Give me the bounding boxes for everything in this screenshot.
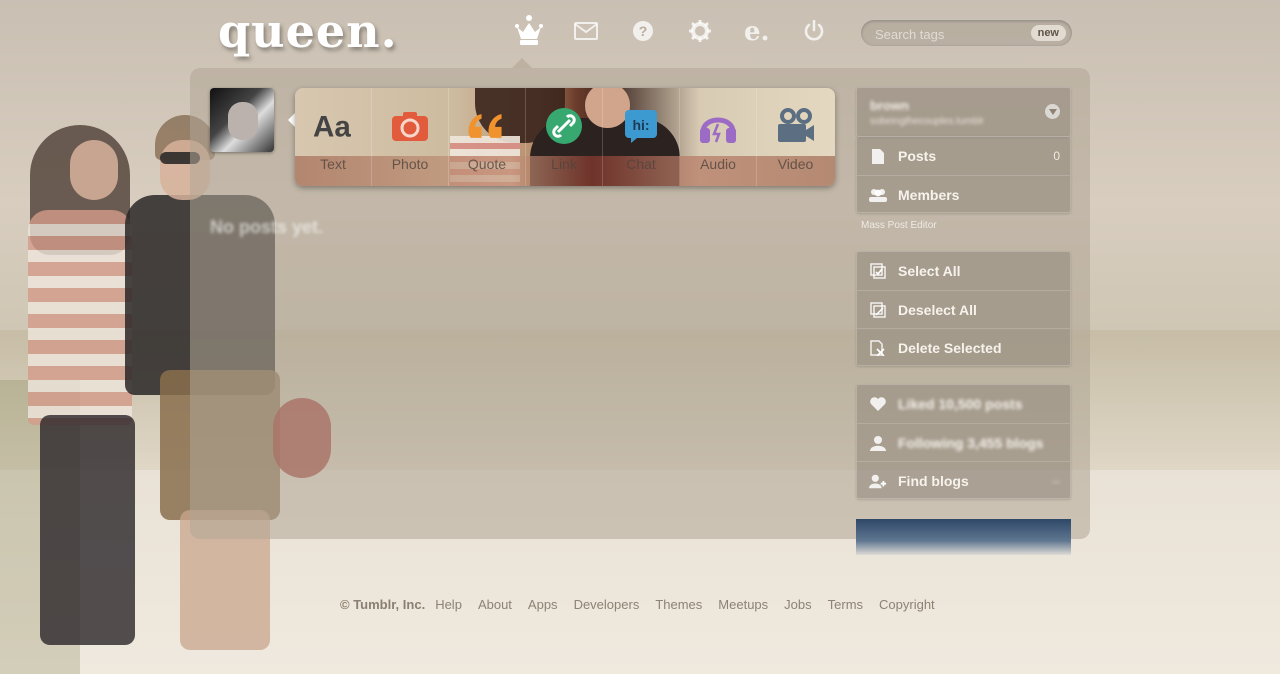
post-type-label: Link xyxy=(551,156,577,172)
background-girl-legs xyxy=(40,415,135,645)
empty-message: No posts yet. xyxy=(210,217,324,237)
footer-link-copyright[interactable]: Copyright xyxy=(879,597,935,612)
help-icon: ? xyxy=(632,21,653,41)
avatar[interactable] xyxy=(210,88,274,152)
nav-settings[interactable] xyxy=(671,6,728,56)
blog-menu: Posts 0 Members xyxy=(856,136,1071,213)
sidebar-item-label: Members xyxy=(898,186,960,203)
mail-icon xyxy=(573,22,598,40)
background-girl-top xyxy=(28,210,132,425)
avatar-face xyxy=(228,102,258,140)
site-logo[interactable]: queen. xyxy=(218,4,398,58)
delete-icon xyxy=(869,339,887,357)
select-all-button[interactable]: Select All xyxy=(857,252,1070,290)
post-type-label: Photo xyxy=(391,156,429,172)
select-all-icon xyxy=(869,262,887,280)
find-blogs-count: -- xyxy=(1052,473,1060,488)
deselect-all-icon xyxy=(869,301,887,319)
sidebar-item-label: Liked 10,500 posts xyxy=(898,396,1023,412)
headphones-icon xyxy=(698,106,738,146)
sidebar-item-find-blogs[interactable]: Find blogs -- xyxy=(857,461,1070,499)
delete-selected-button[interactable]: Delete Selected xyxy=(857,328,1070,366)
nav-blog[interactable]: e. xyxy=(728,6,785,56)
blog-name: brown xyxy=(870,98,909,113)
footer-link-terms[interactable]: Terms xyxy=(828,597,863,612)
blog-url: sobeingthecouples.tumblr xyxy=(870,116,984,127)
avatar-caret xyxy=(288,113,295,127)
post-type-bar: Aa Text Photo Quote Link hi: Chat Audio … xyxy=(295,88,835,186)
e-icon: e. xyxy=(744,19,770,43)
top-nav: ? e. xyxy=(500,6,842,56)
delete-selected-label: Delete Selected xyxy=(898,339,1002,356)
footer-link-about[interactable]: About xyxy=(478,597,512,612)
footer-copyright: © Tumblr, Inc. xyxy=(340,597,426,612)
account-menu: Liked 10,500 posts Following 3,455 blogs… xyxy=(856,384,1071,499)
post-type-text[interactable]: Aa Text xyxy=(295,88,372,186)
search-input[interactable] xyxy=(875,24,1025,44)
sidebar-item-label: Posts xyxy=(898,148,937,164)
post-type-quote[interactable]: Quote xyxy=(449,88,526,186)
nav-inbox[interactable] xyxy=(557,6,614,56)
footer-link-themes[interactable]: Themes xyxy=(655,597,702,612)
posts-count: 0 xyxy=(1053,149,1060,163)
footer-link-help[interactable]: Help xyxy=(435,597,462,612)
sidebar-item-posts[interactable]: Posts 0 xyxy=(857,137,1070,175)
post-type-label: Quote xyxy=(467,156,507,172)
search-new-badge: new xyxy=(1030,25,1066,41)
link-icon xyxy=(544,106,584,146)
heart-icon xyxy=(869,395,887,413)
footer-link-meetups[interactable]: Meetups xyxy=(718,597,768,612)
mass-editor-menu: Select All Deselect All Delete Selected xyxy=(856,251,1071,366)
nav-dashboard[interactable] xyxy=(500,6,557,56)
deselect-all-label: Deselect All xyxy=(898,301,977,318)
svg-text:Aa: Aa xyxy=(313,110,351,143)
quote-icon xyxy=(467,106,507,146)
svg-text:hi:: hi: xyxy=(632,117,649,133)
svg-text:e.: e. xyxy=(744,19,770,43)
post-type-chat[interactable]: hi: Chat xyxy=(603,88,680,186)
post-type-label: Video xyxy=(777,156,814,172)
sidebar-ad[interactable] xyxy=(856,519,1071,555)
post-type-label: Text xyxy=(320,156,346,172)
post-type-list: Aa Text Photo Quote Link hi: Chat Audio … xyxy=(295,88,835,186)
person-icon xyxy=(869,434,887,452)
nav-caret xyxy=(512,58,532,68)
search-box: new xyxy=(860,19,1073,47)
settings-icon xyxy=(688,20,711,42)
background-girl-face xyxy=(70,140,118,200)
post-type-audio[interactable]: Audio xyxy=(680,88,757,186)
post-type-label: Chat xyxy=(626,156,656,172)
svg-text:?: ? xyxy=(638,23,647,39)
text-icon: Aa xyxy=(313,106,353,146)
footer: © Tumblr, Inc. Help About Apps Developer… xyxy=(340,597,951,612)
sidebar-item-following[interactable]: Following 3,455 blogs xyxy=(857,423,1070,461)
camera-icon xyxy=(390,106,430,146)
nav-logout[interactable] xyxy=(785,6,842,56)
select-all-label: Select All xyxy=(898,263,961,279)
post-type-video[interactable]: Video xyxy=(757,88,834,186)
footer-link-jobs[interactable]: Jobs xyxy=(784,597,811,612)
footer-link-developers[interactable]: Developers xyxy=(574,597,640,612)
blog-selector[interactable]: brown sobeingthecouples.tumblr xyxy=(856,87,1071,137)
sidebar-item-likes[interactable]: Liked 10,500 posts xyxy=(857,385,1070,423)
nav-help[interactable]: ? xyxy=(614,6,671,56)
deselect-all-button[interactable]: Deselect All xyxy=(857,290,1070,328)
footer-link-apps[interactable]: Apps xyxy=(528,597,558,612)
post-type-link[interactable]: Link xyxy=(526,88,603,186)
sidebar-item-label: Find blogs xyxy=(898,472,969,489)
sidebar-item-label: Following 3,455 blogs xyxy=(898,434,1044,451)
document-icon xyxy=(869,147,887,165)
sidebar-item-members[interactable]: Members xyxy=(857,175,1070,213)
add-person-icon xyxy=(869,472,887,490)
chevron-down-icon[interactable] xyxy=(1045,104,1060,119)
chat-icon: hi: xyxy=(621,106,661,146)
post-type-label: Audio xyxy=(700,156,736,172)
video-camera-icon xyxy=(776,106,816,146)
crown-icon xyxy=(514,15,543,45)
post-type-photo[interactable]: Photo xyxy=(372,88,449,186)
mass-post-editor-label: Mass Post Editor xyxy=(861,220,937,231)
power-icon xyxy=(804,20,823,41)
members-icon xyxy=(869,186,887,204)
